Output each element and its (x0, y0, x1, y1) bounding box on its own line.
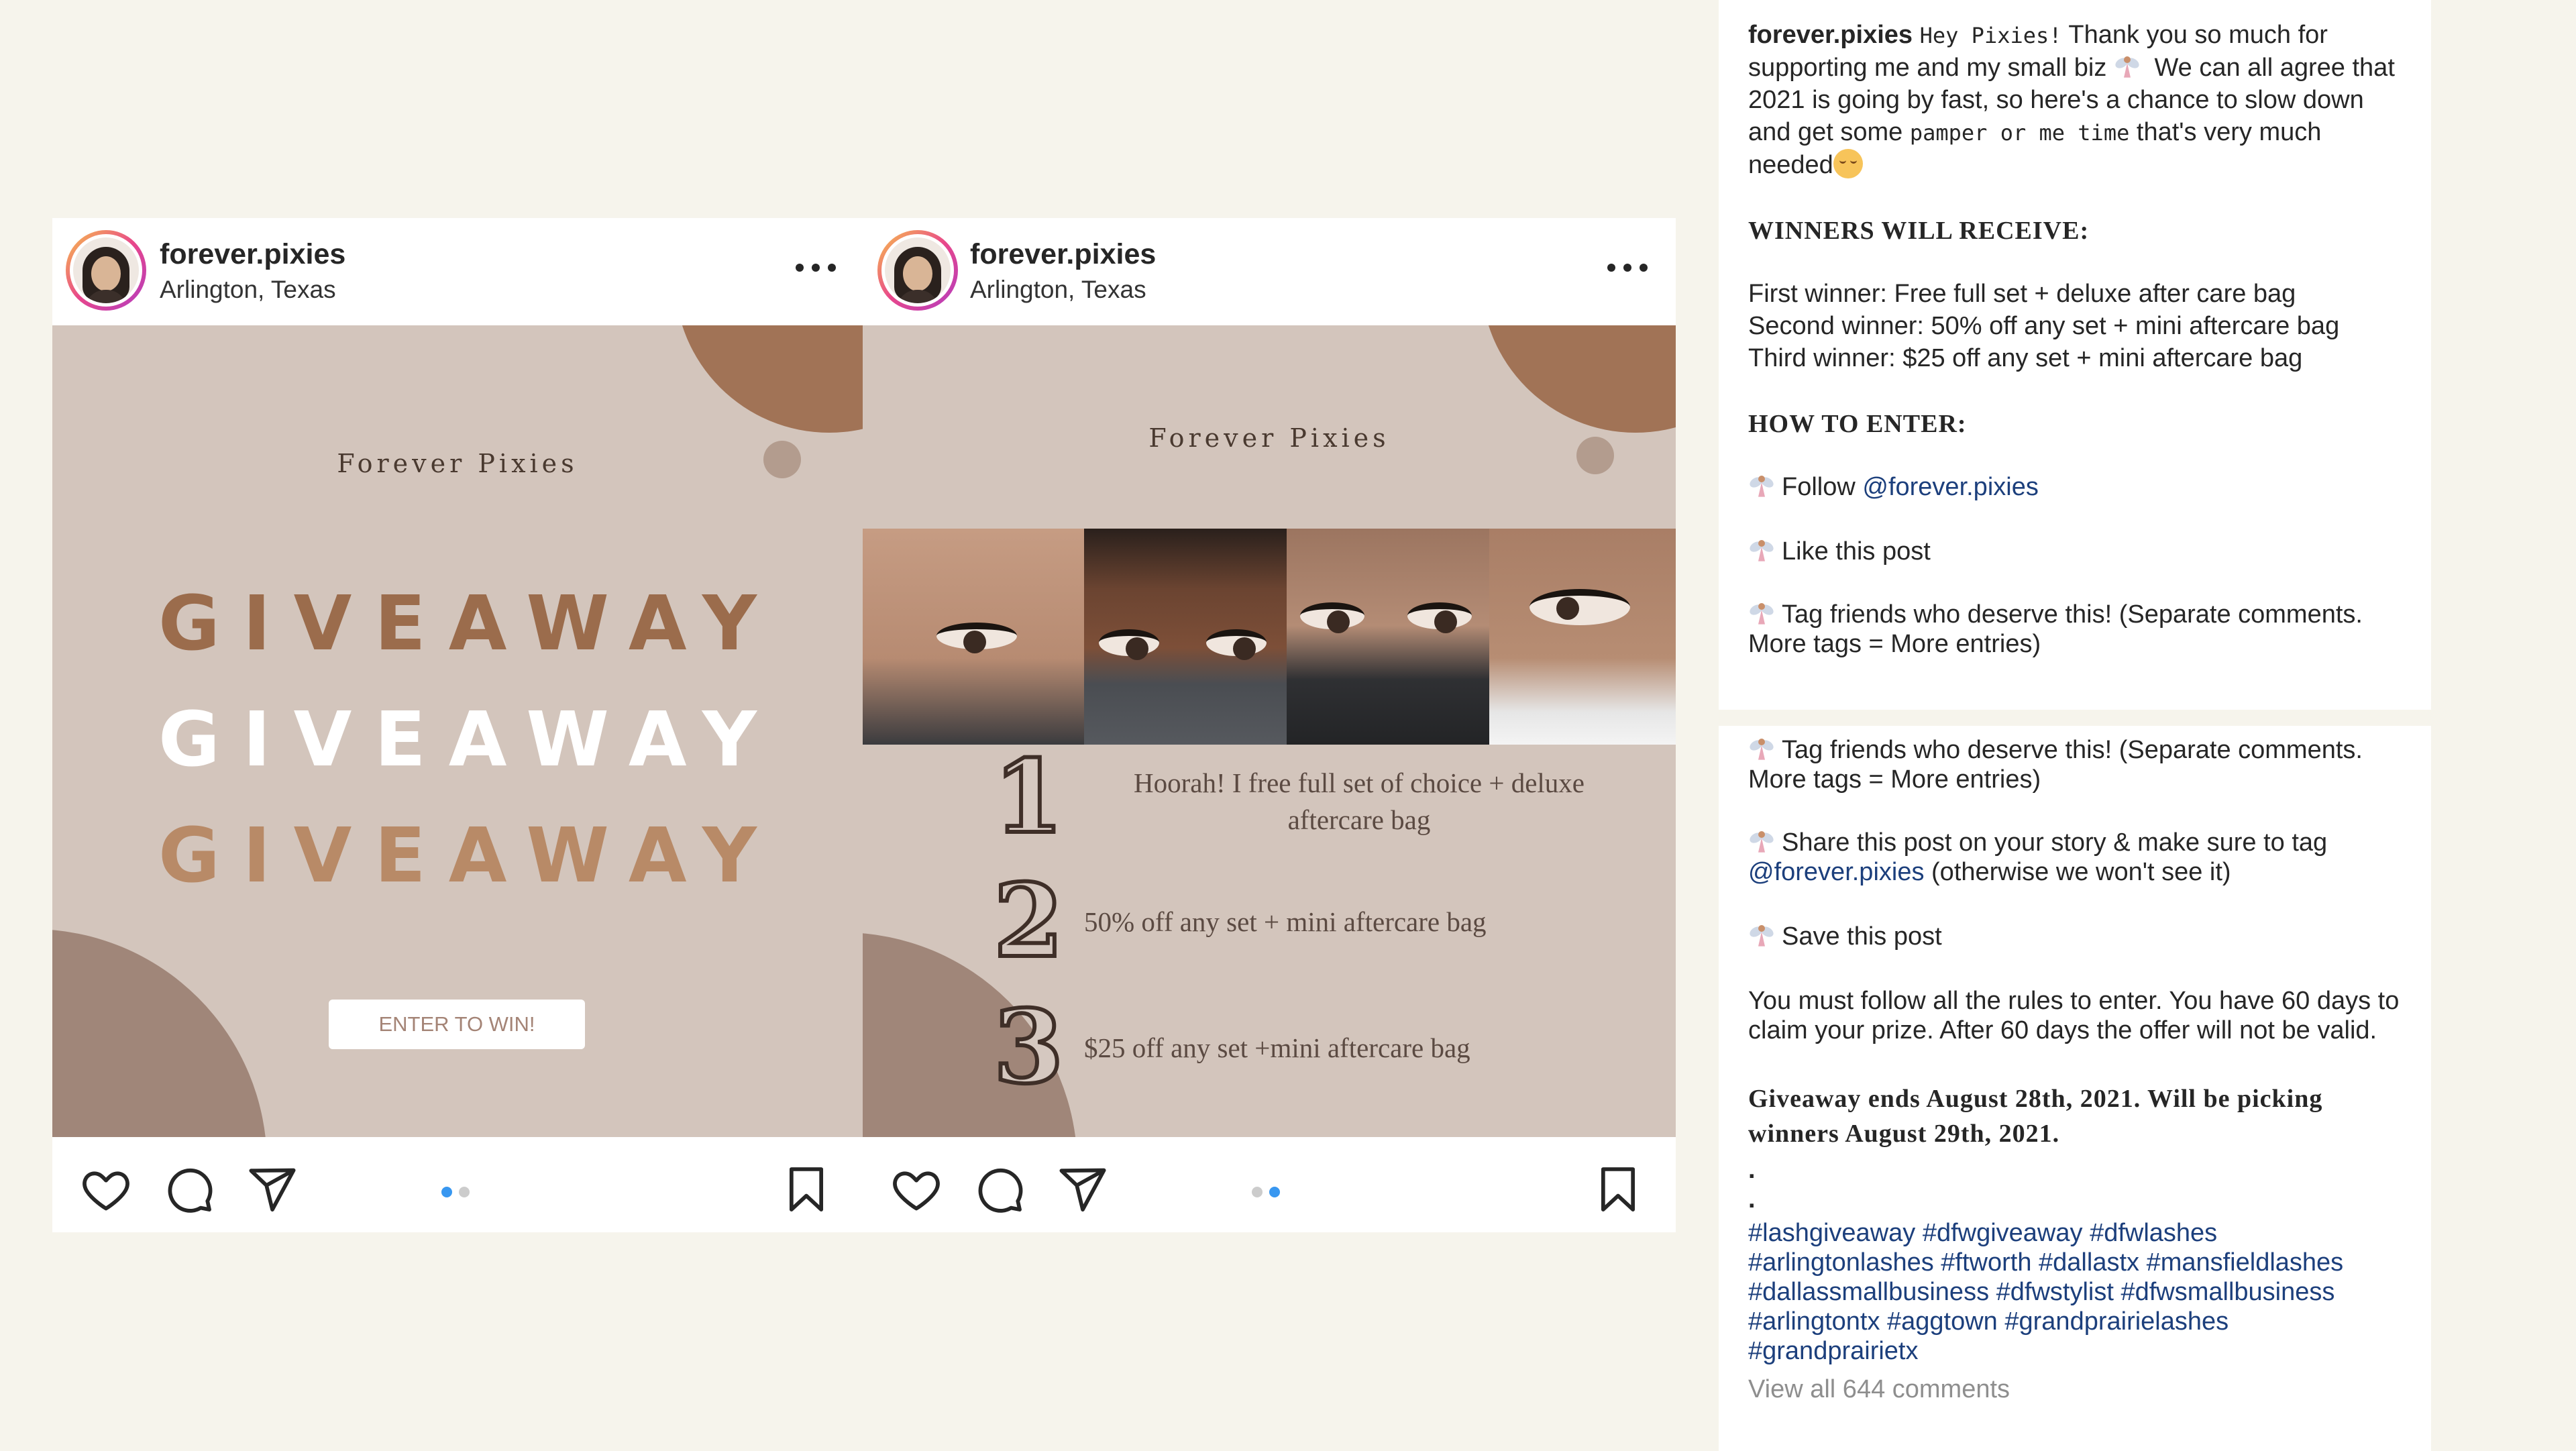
winners-heading: WINNERS WILL RECEIVE: (1748, 217, 2090, 245)
rule-text: Tag friends who deserve this! (Separate … (1748, 736, 2363, 794)
caption-panel-bottom: Tag friends who deserve this! (Separate … (1719, 726, 2431, 1451)
winner-item: Second winner: 50% off any set + mini af… (1748, 312, 2340, 340)
fairy-icon (1750, 739, 1774, 760)
handle-link[interactable]: @forever.pixies (1748, 858, 1924, 886)
rule-text: (otherwise we won't see it) (1931, 858, 2231, 886)
caption-mono-text: Hey Pixies! (1919, 23, 2062, 48)
fairy-icon (1750, 476, 1774, 497)
caption-panel-top: forever.pixies Hey Pixies! Thank you so … (1719, 0, 2431, 710)
view-all-comments-link[interactable]: View all 644 comments (1748, 1375, 2402, 1404)
carousel-indicator (441, 1187, 470, 1197)
heart-icon[interactable] (80, 1164, 131, 1215)
rule-item: Follow @forever.pixies (1748, 471, 2402, 503)
lash-photo (1287, 529, 1489, 745)
separator-dot: . (1748, 1185, 1756, 1214)
prize-number: 3 (991, 986, 1065, 1108)
post-location[interactable]: Arlington, Texas (970, 276, 1146, 304)
lash-photo (863, 529, 1084, 745)
rule-text: Save this post (1782, 922, 1942, 951)
giveaway-heading: GIVEAWAY (158, 696, 780, 784)
more-icon[interactable] (1607, 260, 1648, 276)
prize-text: $25 off any set +mini aftercare bag (1084, 1032, 1470, 1063)
avatar[interactable] (877, 230, 958, 311)
post-card-giveaway: forever.pixies Arlington, Texas Forever … (52, 218, 863, 1232)
post-image: Forever Pixies GIVEAWAY GIVEAWAY GIVEAWA… (52, 325, 863, 1137)
prize-row: 3 $25 off any set +mini aftercare bag (863, 986, 1676, 1109)
share-icon[interactable] (1057, 1164, 1108, 1215)
winner-item: Third winner: $25 off any set + mini aft… (1748, 344, 2303, 372)
rule-item: Tag friends who deserve this! (Separate … (1748, 735, 2402, 794)
prize-number: 1 (991, 736, 1065, 858)
rule-item: Share this post on your story & make sur… (1748, 828, 2402, 887)
winner-item: First winner: Free full set + deluxe aft… (1748, 280, 2296, 308)
heart-icon[interactable] (891, 1164, 942, 1215)
decor-circle (52, 929, 267, 1137)
fairy-icon (1750, 540, 1774, 561)
fairy-icon (1750, 603, 1774, 625)
brand-name: Forever Pixies (337, 449, 578, 478)
decor-circle (1481, 325, 1676, 433)
separator-dot: . (1748, 1156, 1756, 1184)
lash-photo-strip (863, 529, 1676, 745)
post-username[interactable]: forever.pixies (970, 238, 1156, 271)
enter-to-win-button[interactable]: ENTER TO WIN! (329, 1000, 585, 1049)
rule-text: Share this post on your story & make sur… (1782, 828, 2328, 857)
more-icon[interactable] (796, 260, 836, 276)
carousel-dot (1269, 1187, 1280, 1197)
how-to-enter-heading: HOW TO ENTER: (1748, 410, 1967, 438)
carousel-indicator (1252, 1187, 1280, 1197)
lash-photo (1084, 529, 1287, 745)
brand-name: Forever Pixies (1148, 423, 1390, 453)
winners-list: First winner: Free full set + deluxe aft… (1748, 278, 2402, 374)
prize-row: 1 Hoorah! I free full set of choice + de… (863, 736, 1676, 858)
fairy-icon (1750, 831, 1774, 853)
carousel-dot (441, 1187, 452, 1197)
comment-icon[interactable] (974, 1164, 1025, 1215)
rule-item: Tag friends who deserve this! (Separate … (1748, 600, 2402, 659)
rule-text: Follow (1782, 473, 1856, 501)
giveaway-heading: GIVEAWAY (158, 580, 780, 667)
post-actions (863, 1137, 1676, 1232)
post-actions (52, 1137, 863, 1232)
prize-row: 2 50% off any set + mini aftercare bag (863, 860, 1676, 983)
relieved-face-icon (1833, 149, 1863, 178)
handle-link[interactable]: @forever.pixies (1862, 473, 2038, 501)
rule-text: Like this post (1782, 537, 1931, 566)
prize-number: 2 (991, 860, 1065, 982)
share-icon[interactable] (247, 1164, 298, 1215)
rule-item: Save this post (1748, 920, 2402, 953)
fairy-icon (1750, 925, 1774, 947)
post-image: Forever Pixies 1 Hoorah! I free full set… (863, 325, 1676, 1137)
giveaway-end-date: Giveaway ends August 28th, 2021. Will be… (1748, 1085, 2323, 1148)
post-header: forever.pixies Arlington, Texas (863, 218, 1676, 325)
decor-circle (675, 325, 863, 433)
carousel-dot (1252, 1187, 1263, 1197)
carousel-dot (459, 1187, 470, 1197)
post-username[interactable]: forever.pixies (160, 238, 345, 271)
lash-photo (1489, 529, 1676, 745)
caption-intro: forever.pixies Hey Pixies! Thank you so … (1748, 19, 2402, 181)
comment-icon[interactable] (164, 1164, 215, 1215)
caption-mono-text: pamper or me time (1909, 120, 2130, 146)
rule-item: Like this post (1748, 535, 2402, 568)
rule-text: Tag friends who deserve this! (Separate … (1748, 600, 2363, 658)
bookmark-icon[interactable] (781, 1164, 832, 1215)
rules-paragraph: You must follow all the rules to enter. … (1748, 987, 2400, 1044)
prize-text: 50% off any set + mini aftercare bag (1084, 906, 1487, 937)
prize-text: Hoorah! I free full set of choice + delu… (1134, 767, 1585, 835)
avatar[interactable] (66, 230, 146, 311)
fairy-icon (2115, 56, 2139, 78)
post-location[interactable]: Arlington, Texas (160, 276, 336, 304)
post-card-prizes: forever.pixies Arlington, Texas Forever … (863, 218, 1676, 1232)
bookmark-icon[interactable] (1593, 1164, 1644, 1215)
post-header: forever.pixies Arlington, Texas (52, 218, 863, 325)
giveaway-heading: GIVEAWAY (158, 812, 780, 900)
hashtags[interactable]: #lashgiveaway #dfwgiveaway #dfwlashes #a… (1748, 1218, 2402, 1366)
caption-username[interactable]: forever.pixies (1748, 21, 1913, 49)
